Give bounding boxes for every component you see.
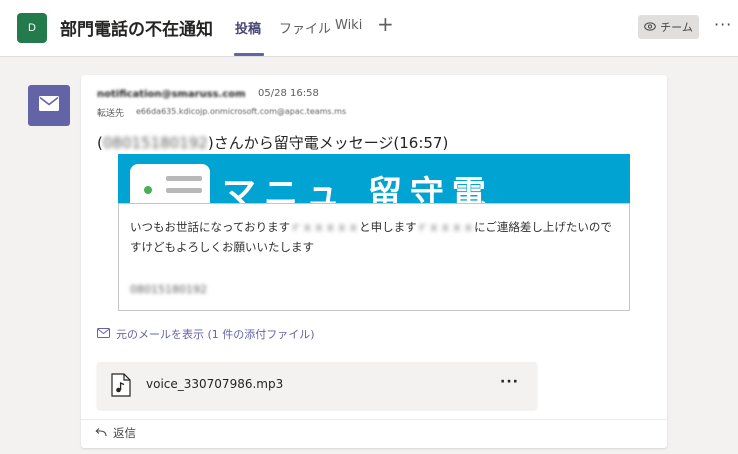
envelope-icon [39,96,59,115]
attachment-file-name: voice_330707986.mp3 [146,377,284,391]
add-tab-button[interactable]: + [377,14,394,34]
more-options-icon[interactable]: ··· [714,15,732,34]
team-button-label: チーム [660,21,693,34]
message-subject: ( 08015180192 )さんから留守電メッセージ(16:57) [97,132,448,153]
mail-avatar[interactable] [28,85,70,126]
show-original-label: 元のメールを表示 (1 件の添付ファイル) [116,328,315,341]
tab-files[interactable]: ファイル [279,18,331,37]
voicemail-logo-icon [130,164,210,204]
team-button[interactable]: チーム [638,15,699,39]
eye-icon [644,21,656,34]
reply-label: 返信 [113,426,136,440]
forward-address: e66da635.kdicojp.onmicrosoft.com@apac.te… [136,107,347,116]
post-timestamp: 05/28 16:58 [258,88,319,99]
tab-posts[interactable]: 投稿 [235,18,261,37]
forward-label: 転送先 [97,109,125,119]
attachment-more-icon[interactable]: ··· [500,374,519,390]
reply-button[interactable]: 返信 [95,425,136,441]
active-tab-indicator [234,53,264,56]
subject-suffix: )さんから留守電メッセージ(16:57) [207,134,449,152]
transcript-part-2: と申します [359,220,417,234]
voicemail-transcript: いつもお世話になっておりますｒｘｘｘｘｘと申しますｒｘｘｘｘにご連絡差し上げたい… [130,217,620,257]
sender-email: notification@smaruss.com [97,89,246,100]
subject-phone-number: 08015180192 [102,133,208,152]
channel-header: D 部門電話の不在通知 投稿 ファイル Wiki + チーム ··· [0,0,738,57]
channel-title: 部門電話の不在通知 [60,20,213,40]
mail-icon [97,327,110,341]
redacted-name: ｒｘｘｘｘｘ [290,220,360,234]
transcript-part-1: いつもお世話になっております [130,220,291,234]
caller-phone-number: 08015180192 [130,283,207,296]
redacted-recipient: ｒｘｘｘｘ [416,220,475,234]
post-card: notification@smaruss.com 05/28 16:58 転送先… [81,75,667,448]
tab-wiki[interactable]: Wiki [335,18,362,33]
show-original-email-link[interactable]: 元のメールを表示 (1 件の添付ファイル) [97,326,315,342]
audio-file-icon [111,373,131,401]
attachment-card[interactable]: voice_330707986.mp3 ··· [97,362,537,409]
team-avatar[interactable]: D [17,13,47,43]
reply-divider [81,419,667,420]
email-banner: マニュ 留守電 [118,154,630,204]
banner-title: マニュ 留守電 [222,174,494,204]
email-body: いつもお世話になっておりますｒｘｘｘｘｘと申しますｒｘｘｘｘにご連絡差し上げたい… [118,203,630,311]
reply-arrow-icon [95,426,107,440]
